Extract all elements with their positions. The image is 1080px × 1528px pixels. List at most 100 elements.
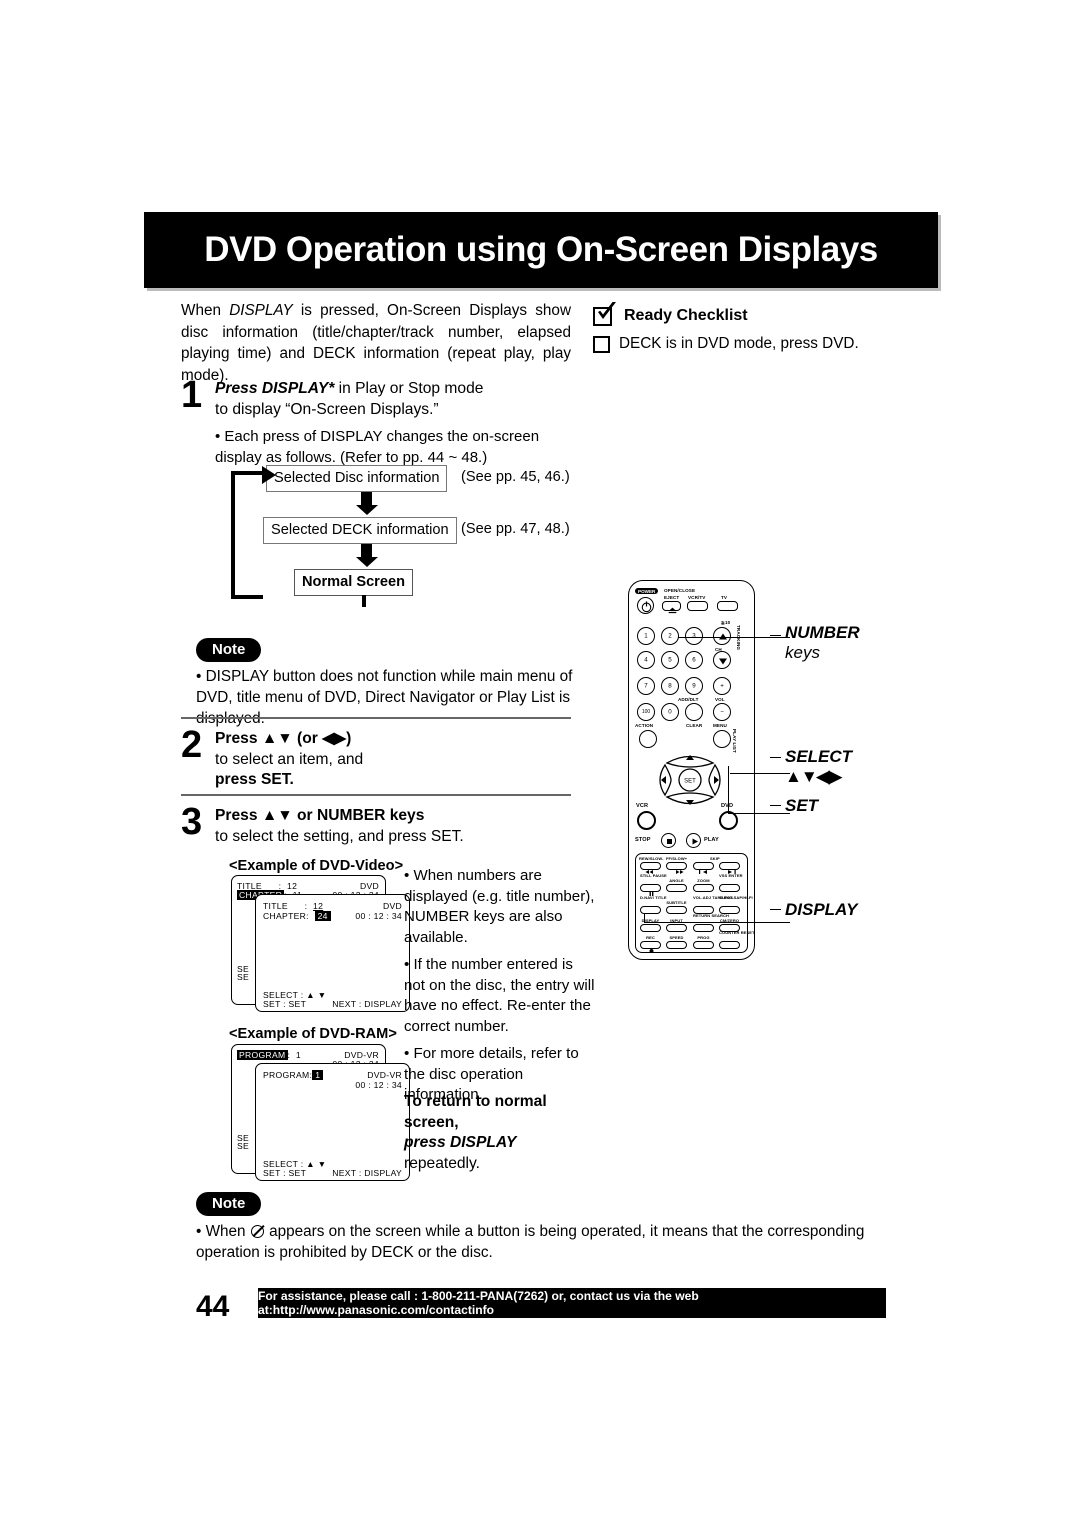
remote-tv-label: TV: [721, 595, 728, 600]
remote-rew-slow-label: REW/SLOW-: [639, 856, 664, 861]
leader-line-select: [730, 773, 790, 775]
remote-title-button[interactable]: [640, 906, 661, 914]
remote-channel-up-button[interactable]: [713, 627, 731, 645]
dvd-video-front-title-value: 12: [313, 901, 324, 911]
remote-tv-button[interactable]: [717, 601, 738, 611]
dvd-ram-screen-front: PROGRAM: 1 DVD-VR 00 : 12 : 34 SELECT : ▲…: [255, 1063, 410, 1181]
remote-rec-button[interactable]: [640, 941, 661, 953]
ready-checklist-title: Ready Checklist: [624, 307, 748, 324]
note-block-2: Note • When appears on the screen while …: [196, 1192, 896, 1264]
step-2-line2: to select an item, and: [215, 750, 364, 768]
remote-key-9[interactable]: 9: [685, 677, 703, 695]
remote-key-8[interactable]: 8: [661, 677, 679, 695]
remote-reset-button[interactable]: [719, 941, 740, 949]
remote-subtitle-label: SUBTITLE: [666, 900, 687, 905]
footer-assistance-text: For assistance, please call : 1-800-211-…: [258, 1289, 699, 1317]
remote-action-label: ACTION: [635, 723, 654, 728]
example-note-2: • If the number entered is not on the di…: [404, 956, 595, 1035]
remote-key-1[interactable]: 1: [637, 627, 655, 645]
step-1-number: 1: [181, 374, 203, 416]
remote-speed-label: SPEED: [669, 935, 684, 940]
remote-key-5[interactable]: 5: [661, 651, 679, 669]
flow-loop-stub: [362, 595, 366, 607]
remote-eject-button[interactable]: [662, 601, 681, 614]
remote-display-button[interactable]: [640, 924, 661, 932]
remote-vol-label: VOL: [715, 697, 725, 702]
remote-ff-button[interactable]: [666, 862, 687, 874]
dvd-ram-front-program-value: 1: [312, 1070, 324, 1080]
remote-key-100[interactable]: 100: [637, 703, 655, 721]
remote-channel-down-button[interactable]: [713, 651, 731, 669]
stop-icon: [667, 839, 672, 844]
flow-loop-arrow: [231, 466, 276, 599]
remote-key-4[interactable]: 4: [637, 651, 655, 669]
remote-vcrtv-button[interactable]: [687, 601, 708, 611]
remote-play-button[interactable]: [686, 833, 701, 848]
remote-clear-label: CLEAR: [686, 723, 703, 728]
remote-prog-button[interactable]: [693, 941, 714, 949]
remote-zoom-button[interactable]: [693, 884, 714, 892]
remote-counter-reset-label: COUNTER RESET: [719, 930, 755, 935]
note-2-post: appears on the screen while a button is …: [196, 1223, 865, 1262]
flow-see-pages-1: (See pp. 45, 46.): [461, 469, 570, 485]
step-3-line2: to select the setting, and press SET.: [215, 827, 464, 845]
dvd-ram-front-disc-type: DVD-VR: [367, 1070, 402, 1080]
remote-rew-button[interactable]: [640, 862, 661, 874]
remote-play-label: PLAY: [704, 837, 719, 843]
remote-stop-button[interactable]: [661, 833, 676, 848]
intro-paragraph: When DISPLAY is pressed, On-Screen Displ…: [181, 300, 571, 387]
remote-still-pause-label: STILL PAUSE: [640, 873, 667, 878]
dvd-ram-front-program-label: PROGRAM:: [263, 1070, 313, 1080]
callout-dash-3: [770, 805, 781, 807]
remote-dpad[interactable]: SET: [653, 749, 727, 811]
remote-power-button[interactable]: [637, 597, 654, 614]
remote-key-0[interactable]: 0: [661, 703, 679, 721]
manual-page: DVD Operation using On-Screen Displays W…: [0, 0, 1080, 1528]
remote-key-2[interactable]: 2: [661, 627, 679, 645]
svg-text:SET: SET: [684, 779, 696, 785]
remote-key-6[interactable]: 6: [685, 651, 703, 669]
callout-number-keys-line2: keys: [785, 643, 820, 663]
remote-angle-button[interactable]: [666, 884, 687, 892]
dvd-ram-back-program: PROGRAM: 1: [237, 1050, 301, 1060]
remote-key-3[interactable]: 3: [685, 627, 703, 645]
step-1-line1-rest: in Play or Stop mode: [334, 380, 484, 397]
flow-see-pages-2: (See pp. 47, 48.): [461, 521, 570, 537]
dvd-video-front-title-label: TITLE: [263, 901, 288, 911]
remote-speed-button[interactable]: [666, 941, 687, 949]
remote-return-search-label: RETURN SEARCH: [693, 913, 729, 918]
prohibited-icon: [250, 1225, 264, 1238]
leader-line-display-vertical: [644, 914, 646, 923]
remote-input-button[interactable]: [666, 924, 687, 932]
eject-icon: [668, 607, 677, 614]
remote-vss-enter-label: VSS ENTER: [719, 873, 743, 878]
remote-vcr-button[interactable]: [637, 811, 656, 830]
remote-prog-label: PROG: [697, 935, 710, 940]
remote-volume-down-button[interactable]: −: [713, 703, 731, 721]
remote-skip-fwd-button[interactable]: [719, 862, 740, 874]
remote-search-button[interactable]: [693, 924, 714, 932]
remote-enter-button[interactable]: [719, 884, 740, 892]
remote-key-7[interactable]: 7: [637, 677, 655, 695]
remote-subtitle-button[interactable]: [666, 906, 687, 914]
play-icon: [692, 838, 698, 845]
triangle-down-icon: [719, 658, 727, 665]
remote-pause-button[interactable]: [640, 884, 661, 896]
remote-skip-back-button[interactable]: [693, 862, 714, 874]
remote-stop-label: STOP: [635, 837, 651, 843]
page-number: 44: [196, 1290, 230, 1323]
dvd-video-screen-front: TITLE : 12 CHAPTER: 24 DVD 00 : 12 : 34 …: [255, 894, 410, 1012]
remote-add-dlt-label: ADD/DLT: [678, 697, 699, 702]
step-3: 3 Press ▲▼ or NUMBER keys to select the …: [181, 803, 581, 847]
remote-volume-up-button[interactable]: +: [713, 677, 731, 695]
step-1-line2: to display “On-Screen Displays.”: [215, 400, 439, 418]
callout-set: SET: [785, 796, 818, 816]
page-title: DVD Operation using On-Screen Displays: [204, 230, 878, 269]
dvd-video-front-chapter: CHAPTER: 24: [263, 911, 331, 921]
callout-display-line1: DISPLAY: [785, 900, 858, 919]
remote-menu-button[interactable]: [713, 730, 731, 748]
leader-line-display: [644, 922, 790, 924]
remote-clear-button[interactable]: [685, 703, 703, 721]
remote-menu-label: MENU: [713, 723, 727, 728]
remote-action-button[interactable]: [639, 730, 657, 748]
